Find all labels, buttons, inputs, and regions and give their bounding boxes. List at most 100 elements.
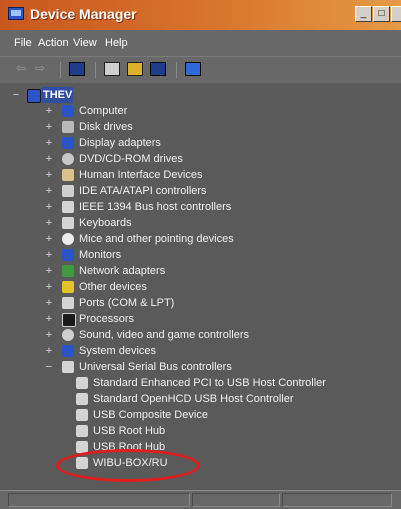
expand-icon[interactable]: +	[44, 231, 54, 247]
ieee1394-icon	[62, 201, 74, 213]
tree-category-label: Mice and other pointing devices	[79, 233, 234, 245]
computer-icon	[27, 89, 41, 103]
tree-device-label: Standard Enhanced PCI to USB Host Contro…	[93, 377, 326, 389]
processor-icon	[62, 313, 76, 327]
expand-icon[interactable]: +	[44, 327, 54, 343]
tree-category[interactable]: + Other devices	[8, 279, 388, 295]
collapse-icon[interactable]: −	[11, 87, 21, 103]
expand-icon[interactable]: +	[44, 135, 54, 151]
highlight-ring	[56, 449, 200, 482]
system-devices-icon	[62, 345, 74, 357]
usb-icon	[76, 409, 88, 421]
computer-icon	[62, 105, 74, 117]
window-title: Device Manager	[30, 6, 137, 22]
monitor-icon	[62, 249, 74, 261]
tree-category[interactable]: + Network adapters	[8, 263, 388, 279]
help-icon[interactable]	[127, 62, 143, 76]
tree-device[interactable]: USB Root Hub	[8, 423, 388, 439]
expand-icon[interactable]: +	[44, 279, 54, 295]
title-bar[interactable]: Device Manager _ □	[0, 0, 401, 30]
tree-root-label: THEV	[42, 87, 74, 103]
status-pane	[8, 493, 190, 507]
usb-icon	[76, 393, 88, 405]
tree-category[interactable]: + Human Interface Devices	[8, 167, 388, 183]
hid-icon	[62, 169, 74, 181]
tree-category[interactable]: + Processors	[8, 311, 388, 327]
tree-category-label: Display adapters	[79, 137, 161, 149]
usb-icon	[76, 425, 88, 437]
tree-category-label: Computer	[79, 105, 128, 117]
forward-icon[interactable]: ⇨	[35, 62, 51, 76]
tree-category[interactable]: + Display adapters	[8, 135, 388, 151]
tree-category[interactable]: + DVD/CD-ROM drives	[8, 151, 388, 167]
expand-icon[interactable]: +	[44, 151, 54, 167]
tree-category-label: Keyboards	[79, 217, 132, 229]
device-manager-icon	[8, 7, 24, 20]
menu-action[interactable]: Action	[38, 37, 69, 49]
menu-view[interactable]: View	[73, 37, 97, 49]
tree-category-label: Universal Serial Bus controllers	[79, 361, 232, 373]
tree-device[interactable]: USB Root Hub	[8, 439, 388, 455]
display-adapter-icon	[62, 137, 74, 149]
tree-category-label: DVD/CD-ROM drives	[79, 153, 183, 165]
network-adapter-icon	[62, 265, 74, 277]
usb-icon	[62, 361, 74, 373]
collapse-icon[interactable]: −	[44, 359, 54, 375]
minimize-button[interactable]: _	[355, 6, 372, 22]
scan-hardware-icon[interactable]	[185, 62, 201, 76]
tree-category[interactable]: + Computer	[8, 103, 388, 119]
menu-help[interactable]: Help	[105, 37, 128, 49]
status-bar	[0, 490, 401, 509]
expand-icon[interactable]: +	[44, 103, 54, 119]
tree-device[interactable]: Standard Enhanced PCI to USB Host Contro…	[8, 375, 388, 391]
tree-root[interactable]: − THEV	[8, 87, 308, 103]
tree-category-label: IEEE 1394 Bus host controllers	[79, 201, 232, 213]
tree-category[interactable]: + System devices	[8, 343, 388, 359]
maximize-button[interactable]: □	[373, 6, 390, 22]
tree-device-label: USB Composite Device	[93, 409, 208, 421]
expand-icon[interactable]: +	[44, 263, 54, 279]
expand-icon[interactable]: +	[44, 119, 54, 135]
tree-category[interactable]: + Mice and other pointing devices	[8, 231, 388, 247]
toolbar-separator	[95, 62, 96, 78]
expand-icon[interactable]: +	[44, 311, 54, 327]
toolbar-separator	[60, 62, 61, 78]
keyboard-icon	[62, 217, 74, 229]
tree-category[interactable]: + Disk drives	[8, 119, 388, 135]
tree-category[interactable]: − Universal Serial Bus controllers	[8, 359, 388, 375]
tree-category[interactable]: + Ports (COM & LPT)	[8, 295, 388, 311]
toolbar: ⇦ ⇨	[0, 56, 401, 83]
expand-icon[interactable]: +	[44, 199, 54, 215]
tree-device[interactable]: Standard OpenHCD USB Host Controller	[8, 391, 388, 407]
tree-category[interactable]: + Monitors	[8, 247, 388, 263]
refresh-icon[interactable]	[150, 62, 166, 76]
device-tree[interactable]: − THEV + Computer + Disk drives + Displa…	[8, 84, 398, 488]
tree-category-label: Monitors	[79, 249, 122, 261]
status-pane	[192, 493, 280, 507]
tree-category[interactable]: + Sound, video and game controllers	[8, 327, 388, 343]
toolbar-separator	[176, 62, 177, 78]
device-manager-window: Device Manager _ □ File Action View Help…	[0, 0, 401, 509]
tree-category[interactable]: + Keyboards	[8, 215, 388, 231]
menu-file[interactable]: File	[14, 37, 32, 49]
tree-category[interactable]: + IDE ATA/ATAPI controllers	[8, 183, 388, 199]
tree-category-label: Disk drives	[79, 121, 133, 133]
print-icon[interactable]	[104, 62, 120, 76]
sound-icon	[62, 329, 74, 341]
close-button[interactable]	[391, 6, 401, 22]
back-icon[interactable]: ⇦	[16, 62, 32, 76]
expand-icon[interactable]: +	[44, 295, 54, 311]
expand-icon[interactable]: +	[44, 247, 54, 263]
tree-category-label: Other devices	[79, 281, 147, 293]
expand-icon[interactable]: +	[44, 343, 54, 359]
disk-drive-icon	[62, 121, 74, 133]
tree-device[interactable]: USB Composite Device	[8, 407, 388, 423]
tree-category-label: IDE ATA/ATAPI controllers	[79, 185, 207, 197]
expand-icon[interactable]: +	[44, 183, 54, 199]
expand-icon[interactable]: +	[44, 215, 54, 231]
tree-category[interactable]: + IEEE 1394 Bus host controllers	[8, 199, 388, 215]
expand-icon[interactable]: +	[44, 167, 54, 183]
properties-icon[interactable]	[69, 62, 85, 76]
status-pane	[282, 493, 392, 507]
tree-category-label: Human Interface Devices	[79, 169, 203, 181]
